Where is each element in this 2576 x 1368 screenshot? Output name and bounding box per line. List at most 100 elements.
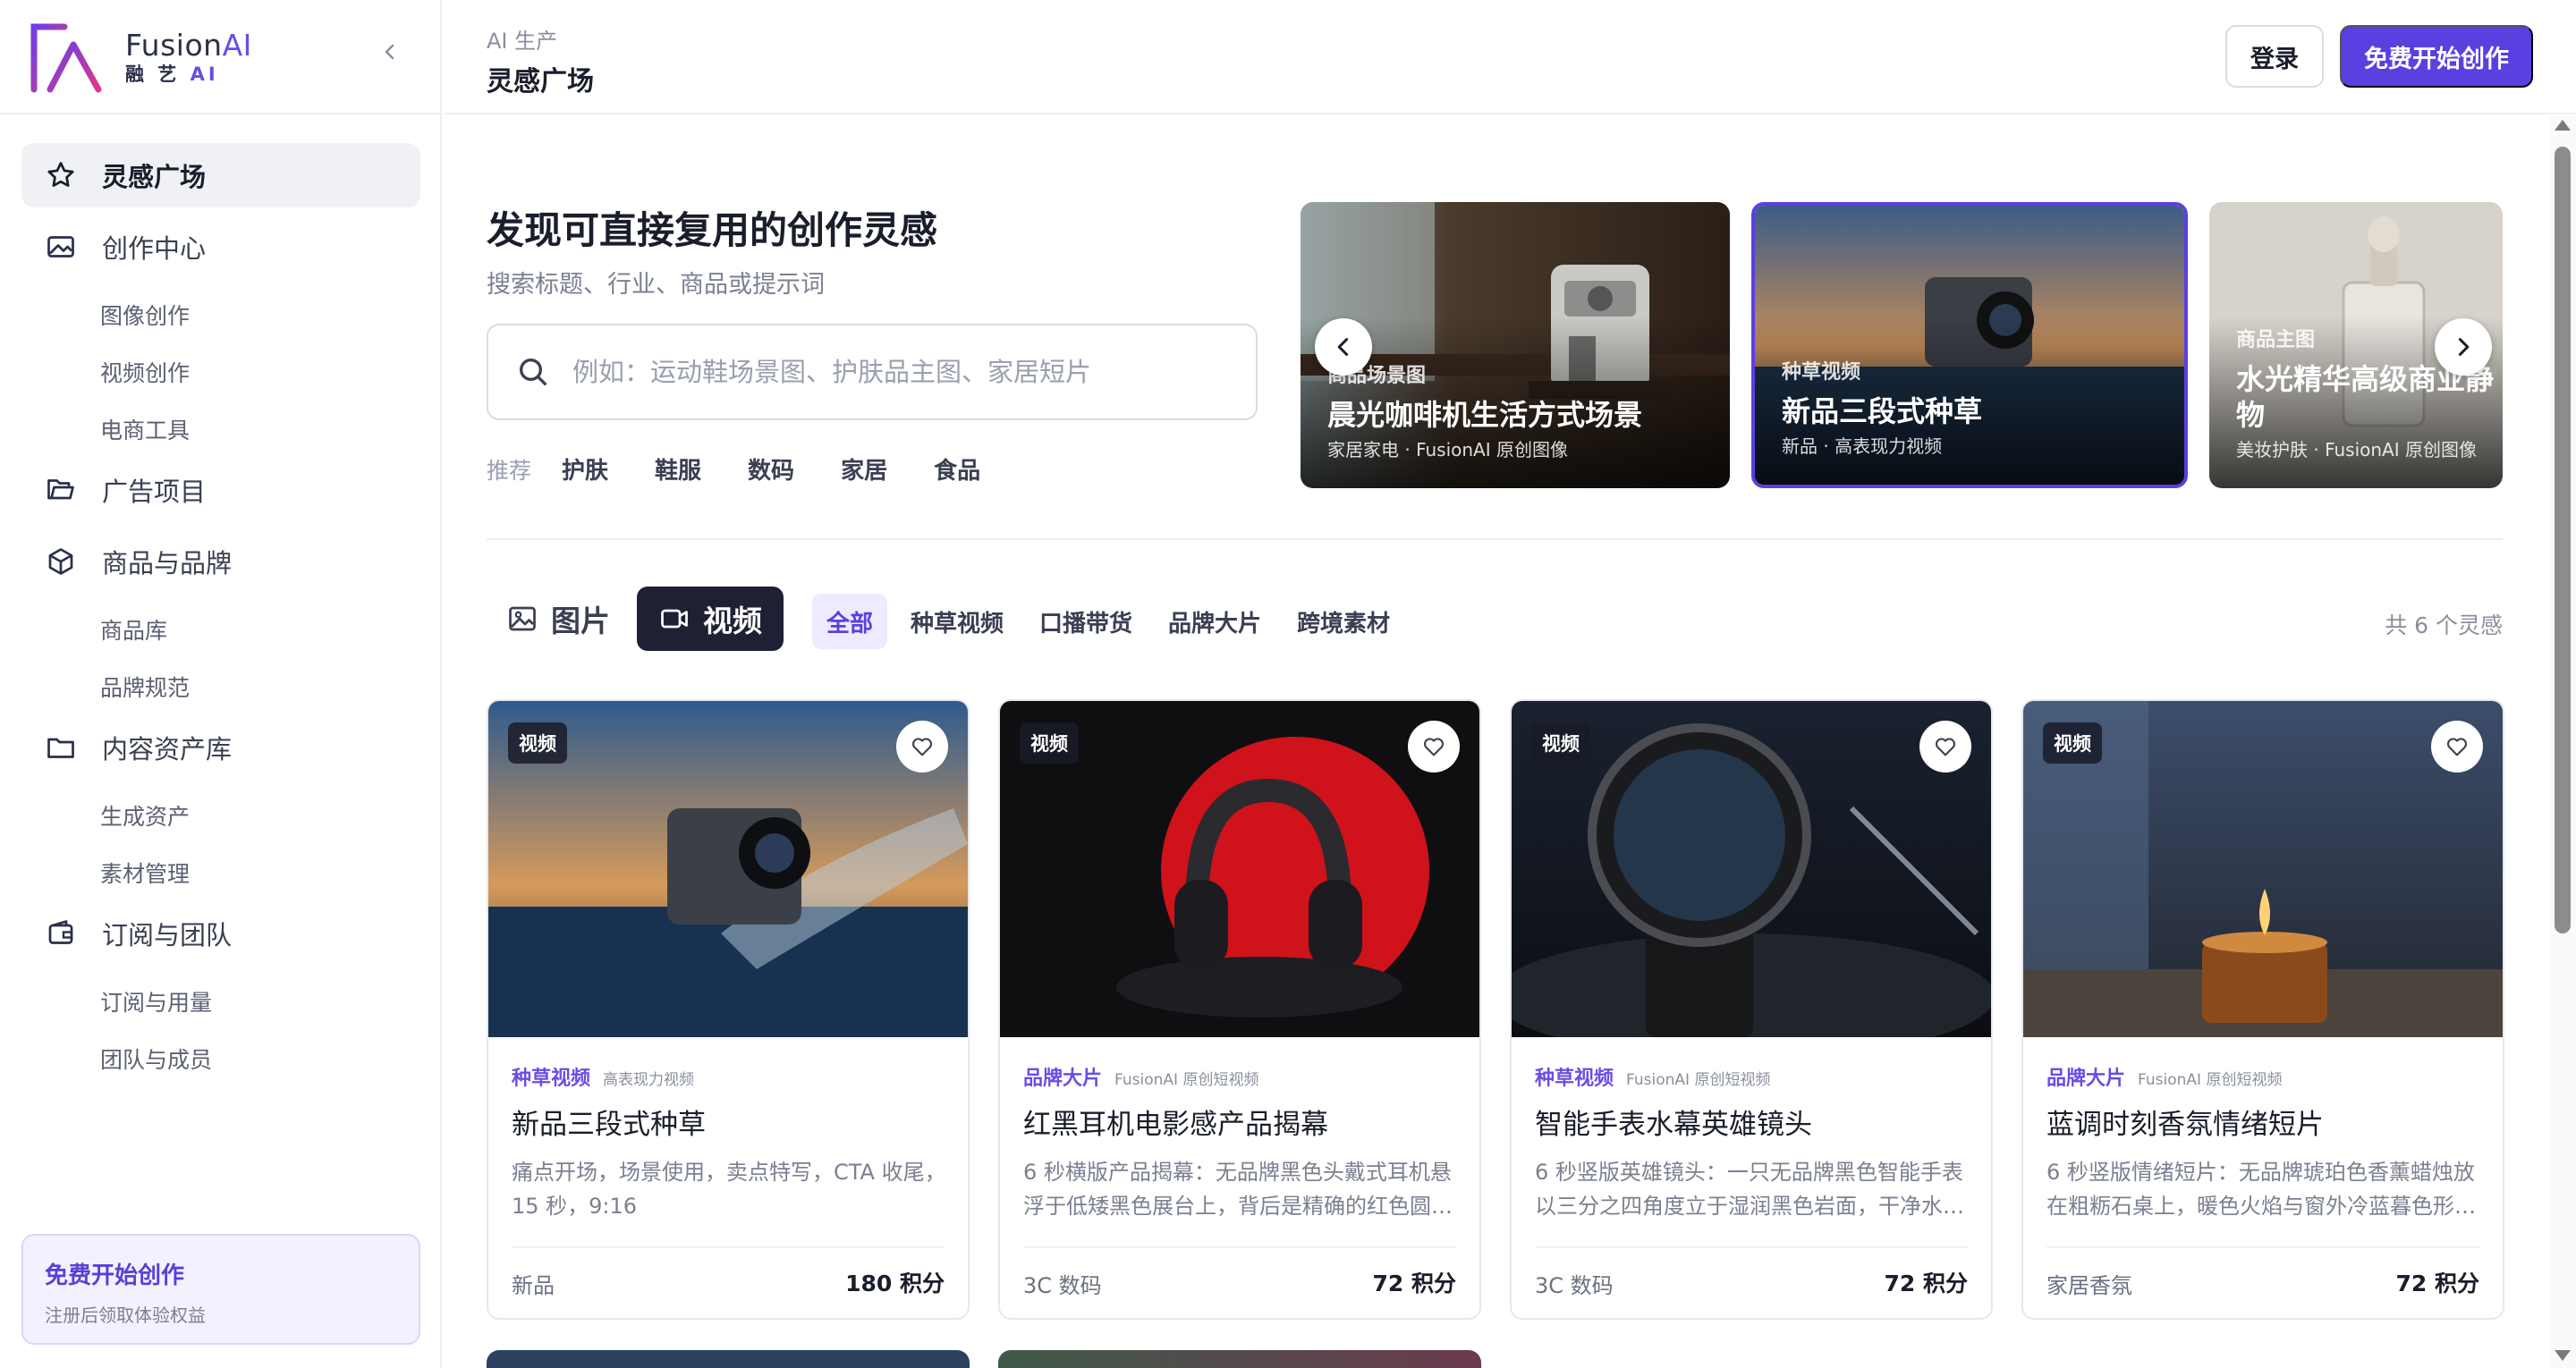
sidebar-nav: 灵感广场 创作中心 图像创作 视频创作 电商工具 广告项目 商品与品牌 商品库 …	[21, 143, 420, 1087]
promo-subtitle: 注册后领取体验权益	[45, 1305, 206, 1326]
filter-chip-live-selling[interactable]: 口播带货	[1025, 594, 1147, 649]
sidebar-subitem-team-members[interactable]: 团队与成员	[21, 1030, 420, 1087]
promo-title: 免费开始创作	[45, 1262, 185, 1289]
sidebar-item-products-brands[interactable]: 商品与品牌	[21, 529, 420, 594]
card-tagline: FusionAI 原创短视频	[1626, 1071, 1771, 1089]
heart-icon	[1423, 738, 1445, 756]
filter-chip-brand-film[interactable]: 品牌大片	[1154, 594, 1275, 649]
folder-open-icon	[43, 472, 79, 508]
card-divider	[512, 1246, 945, 1248]
heart-icon	[911, 738, 933, 756]
box-icon	[43, 544, 79, 579]
card-category: 品牌大片	[2046, 1068, 2126, 1090]
scrollbar-thumb[interactable]	[2555, 147, 2571, 933]
recommend-label: 推荐	[487, 457, 532, 484]
recommend-tag[interactable]: 家居	[841, 452, 887, 486]
search-icon	[515, 354, 551, 390]
card-tagline: 高表现力视频	[603, 1071, 695, 1089]
carousel-next-button[interactable]	[2435, 318, 2492, 376]
card-industry: 家居香氛	[2046, 1273, 2132, 1298]
card-description: 6 秒横版产品揭幕：无品牌黑色头戴式耳机悬浮于低矮黑色展台上，背后是精确的红色圆…	[1023, 1160, 1453, 1219]
recommend-tag[interactable]: 鞋服	[655, 452, 701, 486]
free-start-button[interactable]: 免费开始创作	[2340, 25, 2533, 88]
inspiration-card[interactable]: 视频 品牌大片 FusionAI 原创短视频 红黑耳机电影感产品揭幕 6 秒横版产…	[998, 699, 1481, 1320]
result-count: 共 6 个灵感	[2385, 612, 2503, 638]
wallet-icon	[43, 916, 79, 951]
recommend-tag[interactable]: 数码	[748, 452, 794, 486]
scroll-up-arrow-icon[interactable]	[2555, 120, 2571, 131]
sidebar-divider	[0, 113, 442, 114]
heart-icon	[1935, 738, 1956, 756]
sidebar-item-label: 商品与品牌	[102, 548, 233, 578]
brand-logo[interactable]: FusionAI 融 艺 AI	[27, 16, 252, 98]
image-icon	[43, 229, 79, 265]
video-badge: 视频	[1531, 722, 1590, 764]
chevron-left-icon	[385, 44, 394, 60]
sidebar-subitem-image-creation[interactable]: 图像创作	[21, 286, 420, 343]
inspiration-card[interactable]: 视频 种草视频 高表现力视频 新品三段式种草 痛点开场，场景使用，卖点特写，CTA…	[487, 699, 970, 1320]
sidebar-subitem-product-library[interactable]: 商品库	[21, 601, 420, 658]
card-title: 新品三段式种草	[512, 1109, 706, 1141]
inspiration-card[interactable]: 视频 品牌大片 FusionAI 原创短视频 蓝调时刻香氛情绪短片 6 秒竖版情绪…	[2021, 699, 2504, 1320]
slide-meta: 新品 · 高表现力视频	[1782, 435, 1943, 457]
inspiration-card-partial[interactable]	[998, 1350, 1481, 1368]
section-divider	[487, 538, 2503, 540]
tab-images[interactable]: 图片	[485, 587, 631, 651]
video-badge: 视频	[1020, 722, 1079, 764]
sidebar-item-subscription-team[interactable]: 订阅与团队	[21, 901, 420, 966]
sidebar-subitem-generated-assets[interactable]: 生成资产	[21, 787, 420, 844]
favorite-button[interactable]	[896, 721, 948, 773]
favorite-button[interactable]	[1919, 721, 1971, 773]
brand-subname: 融 艺 AI	[125, 63, 219, 85]
card-points: 72 积分	[1884, 1271, 1969, 1296]
sidebar-item-label: 创作中心	[102, 233, 207, 264]
card-points: 72 积分	[1372, 1271, 1457, 1296]
card-divider	[1023, 1246, 1456, 1248]
sidebar-item-ad-projects[interactable]: 广告项目	[21, 458, 420, 522]
search-input[interactable]	[572, 357, 1199, 387]
sidebar-item-creation-center[interactable]: 创作中心	[21, 215, 420, 279]
free-start-promo-card[interactable]: 免费开始创作 注册后领取体验权益	[21, 1234, 420, 1345]
slide-meta: 美妆护肤 · FusionAI 原创图像	[2236, 439, 2477, 460]
scroll-down-arrow-icon[interactable]	[2555, 1350, 2571, 1361]
sidebar-item-content-assets[interactable]: 内容资产库	[21, 715, 420, 780]
carousel-slide-selected[interactable]: 种草视频 新品三段式种草 新品 · 高表现力视频	[1751, 202, 2188, 488]
sidebar-subitem-ecommerce-tools[interactable]: 电商工具	[21, 401, 420, 458]
favorite-button[interactable]	[1408, 721, 1460, 773]
carousel-prev-button[interactable]	[1315, 318, 1372, 376]
tab-label: 视频	[703, 604, 762, 638]
top-header: AI 生产 灵感广场 登录 免费开始创作	[444, 0, 2576, 114]
hero-title: 发现可直接复用的创作灵感	[487, 208, 938, 252]
search-box[interactable]	[487, 324, 1258, 420]
card-category: 种草视频	[1535, 1068, 1614, 1090]
favorite-button[interactable]	[2431, 721, 2483, 773]
recommend-tag[interactable]: 食品	[934, 452, 980, 486]
sidebar-item-label: 广告项目	[102, 477, 207, 507]
collapse-sidebar-button[interactable]	[379, 41, 401, 63]
card-description: 6 秒竖版英雄镜头：一只无品牌黑色智能手表以三分之四角度立于湿润黑色岩面，干净水…	[1535, 1160, 1964, 1219]
filter-chip-all[interactable]: 全部	[812, 594, 888, 649]
card-divider	[2046, 1246, 2479, 1248]
tab-videos[interactable]: 视频	[637, 587, 784, 651]
sidebar-subitem-brand-guidelines[interactable]: 品牌规范	[21, 658, 420, 715]
sidebar-subitem-material-management[interactable]: 素材管理	[21, 844, 420, 901]
card-description: 6 秒竖版情绪短片：无品牌琥珀色香薰蜡烛放在粗粝石桌上，暖色火焰与窗外冷蓝暮色形…	[2046, 1160, 2476, 1219]
inspiration-card-partial[interactable]	[487, 1350, 970, 1368]
card-industry: 新品	[512, 1273, 555, 1298]
image-icon	[506, 603, 538, 635]
filter-chip-seeding-video[interactable]: 种草视频	[896, 594, 1018, 649]
video-camera-icon	[658, 603, 691, 635]
recommend-tag[interactable]: 护肤	[562, 452, 608, 486]
breadcrumb[interactable]: AI 生产	[487, 23, 557, 55]
sidebar-item-label: 订阅与团队	[102, 920, 233, 950]
sidebar-subitem-subscription-usage[interactable]: 订阅与用量	[21, 973, 420, 1030]
card-category: 品牌大片	[1023, 1068, 1103, 1090]
login-button[interactable]: 登录	[2225, 25, 2324, 88]
sidebar-subitem-video-creation[interactable]: 视频创作	[21, 343, 420, 401]
chevron-right-icon	[2458, 338, 2470, 356]
card-category: 种草视频	[512, 1068, 591, 1090]
inspiration-card[interactable]: 视频 种草视频 FusionAI 原创短视频 智能手表水幕英雄镜头 6 秒竖版英雄…	[1510, 699, 1993, 1320]
filter-chip-cross-border[interactable]: 跨境素材	[1283, 594, 1404, 649]
sidebar-item-inspiration[interactable]: 灵感广场	[21, 143, 420, 207]
slide-title: 新品三段式种草	[1782, 394, 1983, 428]
